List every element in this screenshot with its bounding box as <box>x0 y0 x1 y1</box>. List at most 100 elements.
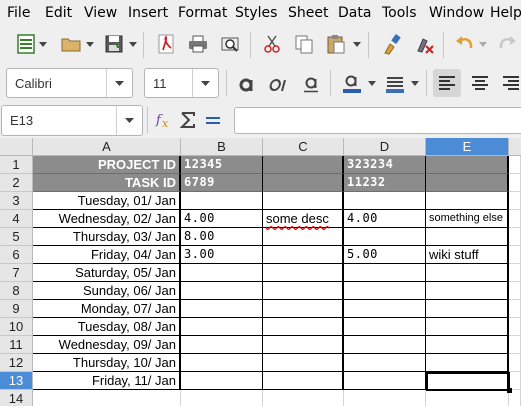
cell-a8[interactable]: Sunday, 06/ Jan <box>33 282 181 300</box>
row-header[interactable]: 5 <box>0 228 33 246</box>
cell-e7[interactable] <box>426 264 509 282</box>
open-folder-icon[interactable] <box>57 30 85 58</box>
cell-d6[interactable]: 5.00 <box>344 246 426 264</box>
print-preview-icon[interactable] <box>216 30 244 58</box>
cell-a6[interactable]: Friday, 04/ Jan <box>33 246 181 264</box>
cell-d1[interactable]: 323234 <box>344 156 426 174</box>
cell-f12[interactable] <box>509 354 521 372</box>
cell-d12[interactable] <box>344 354 426 372</box>
cell-d4[interactable]: 4.00 <box>344 210 426 228</box>
menu-file[interactable]: File <box>7 5 30 21</box>
cell-e2[interactable] <box>426 174 509 192</box>
print-icon[interactable] <box>184 30 212 58</box>
cell-c7[interactable] <box>263 264 344 282</box>
align-center-icon[interactable] <box>466 69 494 97</box>
font-name-combo[interactable]: Calibri <box>6 68 133 98</box>
cell-e14[interactable] <box>426 390 509 406</box>
formula-input[interactable] <box>234 107 521 134</box>
cell-d3[interactable] <box>344 192 426 210</box>
bold-icon[interactable] <box>232 69 260 97</box>
row-header[interactable]: 7 <box>0 264 33 282</box>
cell-d11[interactable] <box>344 336 426 354</box>
chevron-down-icon[interactable] <box>128 30 138 58</box>
row-header[interactable]: 3 <box>0 192 33 210</box>
cell-f1[interactable] <box>509 156 521 174</box>
cell-b11[interactable] <box>181 336 263 354</box>
cell-d7[interactable] <box>344 264 426 282</box>
chevron-down-icon[interactable] <box>85 30 95 58</box>
cell-f5[interactable] <box>509 228 521 246</box>
menu-sheet[interactable]: Sheet <box>288 5 328 21</box>
new-spreadsheet-icon[interactable] <box>12 30 40 58</box>
cell-b13[interactable] <box>181 372 263 390</box>
copy-icon[interactable] <box>290 30 318 58</box>
italic-icon[interactable] <box>265 69 293 97</box>
row-header[interactable]: 6 <box>0 246 33 264</box>
row-header[interactable]: 8 <box>0 282 33 300</box>
font-color-icon[interactable] <box>338 69 366 97</box>
cell-d2[interactable]: 11232 <box>344 174 426 192</box>
cell-f8[interactable] <box>509 282 521 300</box>
cell-b4[interactable]: 4.00 <box>181 210 263 228</box>
cell-f7[interactable] <box>509 264 521 282</box>
cell-c8[interactable] <box>263 282 344 300</box>
clone-formatting-icon[interactable] <box>378 30 406 58</box>
background-color-icon[interactable] <box>381 69 409 97</box>
cell-b8[interactable] <box>181 282 263 300</box>
column-header-d[interactable]: D <box>344 138 426 156</box>
cell-c6[interactable] <box>263 246 344 264</box>
font-name-value[interactable]: Calibri <box>15 76 52 91</box>
cell-d8[interactable] <box>344 282 426 300</box>
menu-format[interactable]: Format <box>178 5 227 21</box>
row-header[interactable]: 4 <box>0 210 33 228</box>
sum-icon[interactable] <box>174 106 202 134</box>
cell-a5[interactable]: Thursday, 03/ Jan <box>33 228 181 246</box>
name-box[interactable]: E13 <box>1 105 143 136</box>
cell-f4[interactable] <box>509 210 521 228</box>
row-header[interactable]: 12 <box>0 354 33 372</box>
row-header[interactable]: 13 <box>0 372 33 390</box>
chevron-down-icon[interactable] <box>116 106 142 135</box>
row-header[interactable]: 1 <box>0 156 33 174</box>
cell-d13[interactable] <box>344 372 426 390</box>
cell-a7[interactable]: Saturday, 05/ Jan <box>33 264 181 282</box>
cell-a2[interactable]: TASK ID <box>33 174 181 192</box>
formula-icon[interactable] <box>199 106 227 134</box>
column-header-f[interactable] <box>509 138 521 156</box>
cell-e13[interactable] <box>426 372 509 390</box>
row-header[interactable]: 9 <box>0 300 33 318</box>
cell-f10[interactable] <box>509 318 521 336</box>
export-pdf-icon[interactable] <box>152 30 180 58</box>
cell-d10[interactable] <box>344 318 426 336</box>
chevron-down-icon[interactable] <box>352 30 362 58</box>
chevron-down-icon[interactable] <box>38 30 48 58</box>
menu-view[interactable]: View <box>84 5 117 21</box>
menu-styles[interactable]: Styles <box>235 5 277 21</box>
align-left-icon[interactable] <box>433 69 461 97</box>
cell-f2[interactable] <box>509 174 521 192</box>
chevron-down-icon[interactable] <box>106 69 132 97</box>
cell-a4[interactable]: Wednesday, 02/ Jan <box>33 210 181 228</box>
clear-formatting-icon[interactable] <box>410 30 438 58</box>
column-header-e[interactable]: E <box>426 138 509 156</box>
font-size-combo[interactable]: 11 <box>144 68 219 98</box>
cell-e3[interactable] <box>426 192 509 210</box>
menu-edit[interactable]: Edit <box>45 5 72 21</box>
cell-c2[interactable] <box>263 174 344 192</box>
cell-b14[interactable] <box>181 390 263 406</box>
save-icon[interactable] <box>100 30 128 58</box>
menu-insert[interactable]: Insert <box>128 5 168 21</box>
row-header[interactable]: 10 <box>0 318 33 336</box>
menu-window[interactable]: Window <box>429 5 484 21</box>
fill-handle[interactable] <box>507 388 512 393</box>
undo-icon[interactable] <box>450 30 478 58</box>
cell-f9[interactable] <box>509 300 521 318</box>
cell-c1[interactable] <box>263 156 344 174</box>
cell-b1[interactable]: 12345 <box>181 156 263 174</box>
cell-e1[interactable] <box>426 156 509 174</box>
cell-f3[interactable] <box>509 192 521 210</box>
cell-c13[interactable] <box>263 372 344 390</box>
cell-b7[interactable] <box>181 264 263 282</box>
name-box-value[interactable]: E13 <box>10 113 33 128</box>
cell-a14[interactable] <box>33 390 181 406</box>
